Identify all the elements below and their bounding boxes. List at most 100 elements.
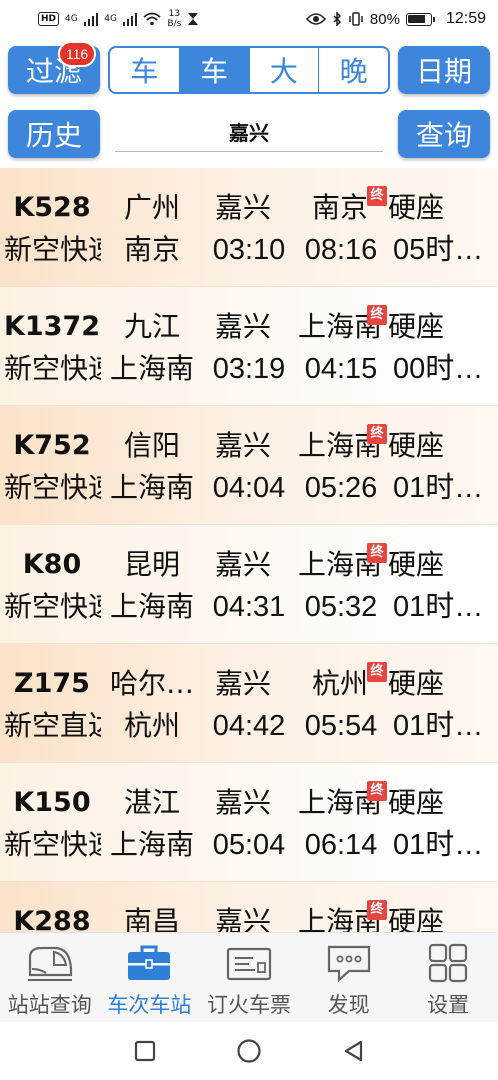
briefcase-icon <box>125 943 173 983</box>
alight-station: 上海南 <box>109 352 194 385</box>
train-row[interactable]: K528新空快速广州嘉兴南京硬座南京03:1008:1605时…终 <box>0 168 498 287</box>
duration: 05时… <box>393 234 484 266</box>
arrival-time: 05:26 <box>304 472 378 504</box>
arrival-time: 08:16 <box>304 234 378 266</box>
vibrate-icon <box>349 12 363 26</box>
nav-settings[interactable]: 设置 <box>398 933 498 1022</box>
back-button[interactable] <box>338 1036 368 1066</box>
train-list[interactable]: K528新空快速广州嘉兴南京硬座南京03:1008:1605时…终K1372新空… <box>0 168 498 932</box>
seat-type: 硬座 <box>388 310 445 343</box>
terminal-mark: 终 <box>367 543 387 563</box>
departure-time: 04:31 <box>212 591 286 623</box>
train-row[interactable]: Z175新空直达哈尔…嘉兴杭州硬座杭州04:4205:5401时…终 <box>0 644 498 763</box>
query-button[interactable]: 查询 <box>398 110 490 158</box>
query-station: 嘉兴 <box>214 310 271 343</box>
system-nav-bar <box>0 1022 498 1080</box>
nav-train-station[interactable]: 车次车站 <box>100 933 200 1022</box>
origin-station: 广州 <box>123 191 180 224</box>
train-type: 新空快速 <box>4 233 101 266</box>
train-row[interactable]: K80新空快速昆明嘉兴上海南硬座上海南04:3105:3201时…终 <box>0 525 498 644</box>
arrival-time: 06:14 <box>304 829 378 861</box>
square-icon <box>134 1040 156 1062</box>
ticket-icon <box>225 943 273 983</box>
nav-label-station-to-station: 站站查询 <box>7 993 92 1017</box>
seat-type: 硬座 <box>388 667 445 700</box>
home-button[interactable] <box>234 1036 264 1066</box>
net-speed-unit: B/s <box>167 19 182 29</box>
query-station: 嘉兴 <box>214 786 271 819</box>
departure-time: 04:42 <box>212 710 286 742</box>
station-input[interactable]: 嘉兴 <box>115 112 383 152</box>
departure-time: 04:04 <box>212 472 286 504</box>
nav-label-settings: 设置 <box>427 993 470 1017</box>
date-button[interactable]: 日期 <box>398 46 490 94</box>
toolbar: 过滤 116 车 车 大 晚 日期 历史 嘉兴 查询 <box>0 38 498 168</box>
train-no: K752 <box>13 430 91 461</box>
triangle-back-icon <box>344 1040 363 1062</box>
query-station: 嘉兴 <box>214 191 271 224</box>
network-4g-label-1: 4G <box>65 14 78 24</box>
duration: 01时… <box>393 591 484 623</box>
train-no: K150 <box>13 787 91 818</box>
origin-station: 湛江 <box>123 786 180 819</box>
terminal-mark: 终 <box>367 305 387 325</box>
origin-station: 南昌 <box>123 905 180 932</box>
train-no: Z175 <box>14 668 90 699</box>
alight-station: 南京 <box>123 233 180 266</box>
date-button-label: 日期 <box>415 55 472 88</box>
train-row[interactable]: K150新空快速湛江嘉兴上海南硬座上海南05:0406:1401时…终 <box>0 763 498 882</box>
nav-label-discover: 发现 <box>327 993 370 1017</box>
train-row[interactable]: K288 南昌 嘉兴 上海南 硬座终 <box>0 882 498 932</box>
status-bar: HD 4G 4G 13 B/s 80% 12:59 <box>0 0 498 38</box>
duration: 00时… <box>393 353 484 385</box>
origin-station: 信阳 <box>123 429 180 462</box>
segment-1[interactable]: 车 <box>110 48 180 92</box>
alight-station: 上海南 <box>109 471 194 504</box>
segment-3[interactable]: 大 <box>250 48 320 92</box>
net-speed-value: 13 <box>168 9 181 19</box>
bottom-nav: 站站查询 车次车站 订火车票 发现 设置 <box>0 932 498 1022</box>
train-type-segmented-control: 车 车 大 晚 <box>108 46 390 94</box>
segment-2[interactable]: 车 <box>179 48 250 92</box>
history-button-label: 历史 <box>25 119 82 152</box>
train-no: K1372 <box>3 311 101 342</box>
departure-time: 03:10 <box>212 234 286 266</box>
history-button[interactable]: 历史 <box>8 110 100 158</box>
alight-station: 上海南 <box>109 590 194 623</box>
train-type: 新空快速 <box>4 828 101 861</box>
terminal-mark: 终 <box>367 900 387 920</box>
signal-icon-2 <box>122 12 138 26</box>
terminal-mark: 终 <box>367 781 387 801</box>
query-station: 嘉兴 <box>214 548 271 581</box>
recent-apps-button[interactable] <box>130 1036 160 1066</box>
network-4g-label-2: 4G <box>104 14 117 24</box>
duration: 01时… <box>393 829 484 861</box>
nav-book-ticket[interactable]: 订火车票 <box>199 933 299 1022</box>
origin-station: 昆明 <box>123 548 180 581</box>
train-row[interactable]: K752新空快速信阳嘉兴上海南硬座上海南04:0405:2601时…终 <box>0 406 498 525</box>
nav-label-book-ticket: 订火车票 <box>206 993 291 1017</box>
net-speed: 13 B/s <box>167 9 181 29</box>
train-type: 新空快速 <box>4 471 101 504</box>
seat-type: 硬座 <box>388 429 445 462</box>
arrival-time: 05:54 <box>304 710 378 742</box>
train-type: 新空快速 <box>4 352 101 385</box>
origin-station: 哈尔… <box>109 667 194 700</box>
status-right: 80% 12:59 <box>305 10 486 28</box>
battery-percent: 80% <box>369 10 400 28</box>
train-icon <box>26 943 74 983</box>
segment-4[interactable]: 晚 <box>319 48 388 92</box>
hourglass-icon <box>188 13 199 25</box>
train-type: 新空直达 <box>4 709 101 742</box>
query-station: 嘉兴 <box>214 667 271 700</box>
nav-station-to-station[interactable]: 站站查询 <box>0 933 100 1022</box>
chat-bubble-icon <box>325 943 373 983</box>
duration: 01时… <box>393 710 484 742</box>
origin-station: 九江 <box>123 310 180 343</box>
query-button-label: 查询 <box>415 119 472 152</box>
grid-icon <box>424 943 472 983</box>
train-row[interactable]: K1372新空快速九江嘉兴上海南硬座上海南03:1904:1500时…终 <box>0 287 498 406</box>
query-station: 嘉兴 <box>214 429 271 462</box>
terminal-mark: 终 <box>367 424 387 444</box>
nav-discover[interactable]: 发现 <box>299 933 399 1022</box>
